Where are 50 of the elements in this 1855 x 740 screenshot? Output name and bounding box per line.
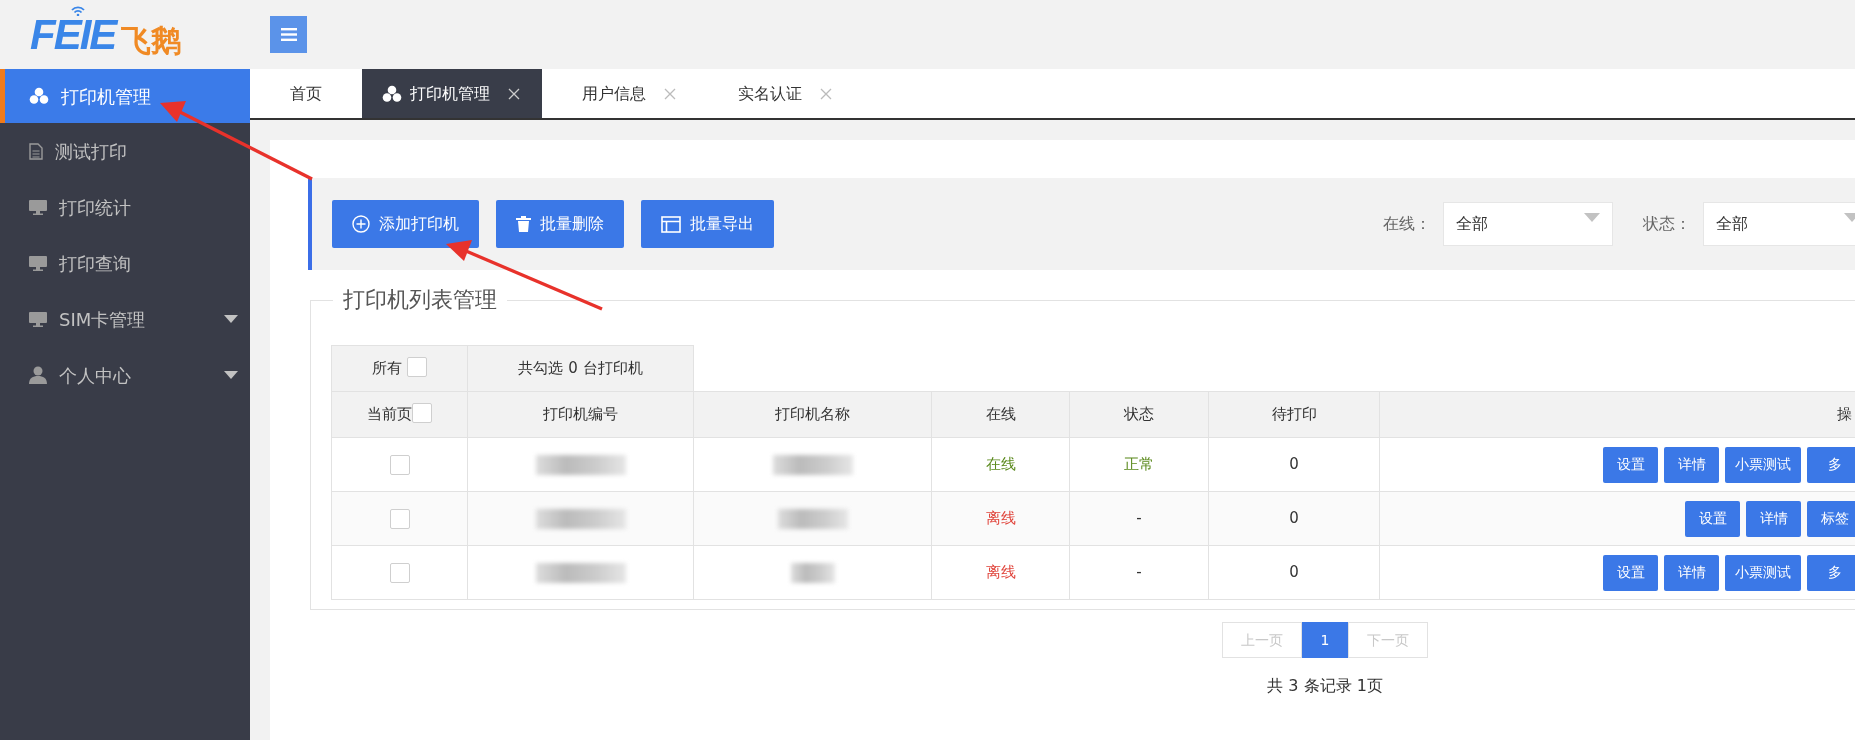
table-cell: 0 [1208,491,1380,546]
sidebar-item[interactable]: 打印查询 [0,235,250,291]
sidebar-item[interactable]: 打印机管理 [0,69,250,123]
filter-label: 状态： [1643,213,1691,235]
action-button[interactable]: 详情 [1664,446,1720,483]
column-header: 打印机名称 [693,391,932,438]
filter-label: 在线： [1383,213,1431,235]
action-button[interactable]: 标签 [1807,500,1855,537]
action-button[interactable]: 小票测试 [1725,554,1802,591]
online-status: 离线 [931,491,1070,546]
tab[interactable]: 首页 [250,69,362,118]
column-header: 打印机编号 [467,391,694,438]
online-status: 离线 [931,545,1070,600]
table-cell: 正常 [1069,437,1209,492]
sidebar-item[interactable]: 打印统计 [0,179,250,235]
tab[interactable]: 实名认证 [698,69,854,118]
select-all-label: 所有 [372,359,403,378]
sidebar-item[interactable]: 个人中心 [0,347,250,403]
action-button[interactable]: 多 [1807,446,1855,483]
logo-chinese-text: 飞鹅 [121,25,182,56]
logo-wordmark: FEIE [30,13,116,56]
online-status: 在线 [931,437,1070,492]
sidebar-item[interactable]: 测试打印 [0,123,250,179]
action-button[interactable]: 详情 [1746,500,1802,537]
record-summary: 共 3 条记录 1页 [1266,675,1384,697]
sidebar-item[interactable]: SIM卡管理 [0,291,250,347]
table-cell: 0 [1208,545,1380,600]
column-header: 操 [1379,391,1855,438]
filter-select[interactable]: 全部 [1443,202,1613,246]
column-header: 在线 [931,391,1070,438]
table-cell: - [1069,491,1209,546]
selection-count: 共勾选 0 台打印机 [467,345,694,392]
page-button[interactable]: 1 [1301,622,1349,658]
action-button[interactable]: 小票测试 [1725,446,1802,483]
column-header: 待打印 [1208,391,1380,438]
column-header: 状态 [1069,391,1209,438]
tab[interactable]: 打印机管理 [362,69,542,118]
action-button[interactable]: 详情 [1664,554,1720,591]
action-button[interactable]: 多 [1807,554,1855,591]
toolbar-button[interactable]: 批量导出 [641,200,774,248]
action-button[interactable]: 设置 [1603,554,1659,591]
action-button[interactable]: 设置 [1685,500,1741,537]
tab[interactable]: 用户信息 [542,69,698,118]
filter-select[interactable]: 全部 [1703,202,1855,246]
table-cell: - [1069,545,1209,600]
select-page-label: 当前页 [367,405,412,424]
table-cell: 0 [1208,437,1380,492]
action-button[interactable]: 设置 [1603,446,1659,483]
toolbar-button[interactable]: 添加打印机 [332,200,479,248]
toolbar-button[interactable]: 批量删除 [496,200,624,248]
